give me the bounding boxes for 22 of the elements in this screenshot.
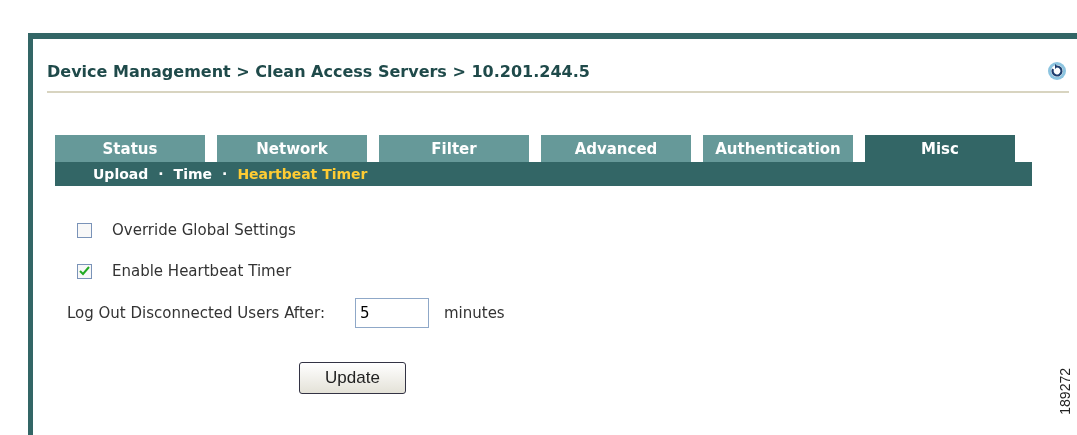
subtab-link[interactable]: Upload (93, 166, 149, 182)
separator: · (158, 166, 164, 182)
tab[interactable]: Misc (865, 135, 1015, 162)
tab[interactable]: Status (55, 135, 205, 162)
refresh-icon[interactable] (1047, 61, 1067, 81)
unit-label: minutes (443, 304, 505, 322)
tab[interactable]: Advanced (541, 135, 691, 162)
separator: · (222, 166, 228, 182)
tab[interactable]: Authentication (703, 135, 853, 162)
checkbox[interactable] (77, 263, 92, 279)
update-button[interactable]: Update (299, 362, 406, 394)
tab[interactable]: Network (217, 135, 367, 162)
figure-number: 189272 (1057, 368, 1073, 415)
breadcrumb: Device Management > Clean Access Servers > 10.201.244.5 (47, 61, 590, 81)
checkbox-label: Enable Heartbeat Timer (112, 262, 292, 280)
tab[interactable]: Filter (379, 135, 529, 162)
subtab-link[interactable]: Heartbeat Timer (237, 166, 368, 182)
input-field[interactable]: 5 (354, 298, 429, 328)
field-label: Log Out Disconnected Users After: (67, 304, 325, 322)
checkbox[interactable] (77, 222, 92, 238)
checkbox-label: Override Global Settings (112, 221, 296, 239)
subtab-link[interactable]: Time (173, 166, 213, 182)
